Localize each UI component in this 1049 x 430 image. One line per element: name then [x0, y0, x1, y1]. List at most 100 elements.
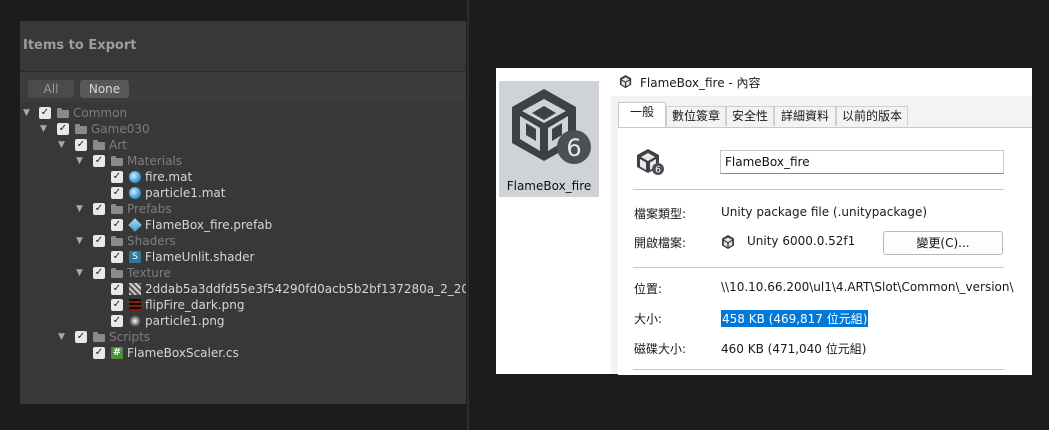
- export-package-panel: Items to Export All None ▼ ✓ Common ▼ ✓ …: [20, 21, 466, 404]
- tree-item-label: Materials: [127, 154, 183, 168]
- tree-row-texture-hash[interactable]: ✓ 2ddab5a3ddfd55e3f54290fd0acb5b2bf13728…: [20, 281, 466, 297]
- tree-row-game030[interactable]: ▼ ✓ Game030: [20, 121, 466, 137]
- material-icon: [129, 187, 143, 199]
- checkbox-icon[interactable]: ✓: [111, 251, 123, 263]
- expand-arrow-icon[interactable]: ▼: [76, 233, 86, 249]
- tab-security[interactable]: 安全性: [726, 106, 774, 126]
- tree-item-label: FlameBox_fire.prefab: [145, 218, 273, 232]
- folder-icon: [111, 155, 125, 167]
- tree-row-flameunlit-shader[interactable]: ✓ FlameUnlit.shader: [20, 249, 466, 265]
- change-button[interactable]: 變更(C)...: [883, 231, 1003, 255]
- size-label: 大小:: [634, 312, 663, 326]
- tab-digital-signatures[interactable]: 數位簽章: [666, 106, 726, 126]
- checkbox-icon[interactable]: ✓: [111, 219, 123, 231]
- selection-toolbar: All None: [20, 72, 466, 102]
- expand-arrow-icon[interactable]: ▼: [58, 137, 68, 153]
- tree-item-label: Art: [109, 138, 127, 152]
- folder-icon: [111, 235, 125, 247]
- tree-item-label: Texture: [127, 266, 171, 280]
- tree-item-label: FlameUnlit.shader: [145, 250, 255, 264]
- tree-row-art[interactable]: ▼ ✓ Art: [20, 137, 466, 153]
- dialog-titlebar: FlameBox_fire - 內容: [611, 68, 1032, 96]
- csharp-script-icon: [111, 347, 125, 359]
- svg-text:6: 6: [566, 134, 581, 162]
- tree-row-particle1-mat[interactable]: ✓ particle1.mat: [20, 185, 466, 201]
- checkbox-icon[interactable]: ✓: [93, 235, 105, 247]
- checkbox-icon[interactable]: ✓: [111, 299, 123, 311]
- unity-6-package-icon: 6: [512, 89, 591, 164]
- tab-general[interactable]: 一般: [618, 102, 666, 127]
- properties-dialog: FlameBox_fire - 內容 一般 數位簽章 安全性 詳細資料 以前的版…: [611, 68, 1032, 375]
- checkbox-icon[interactable]: ✓: [111, 315, 123, 327]
- divider: [633, 369, 1004, 370]
- tree-row-scripts[interactable]: ▼ ✓ Scripts: [20, 329, 466, 345]
- checkbox-icon[interactable]: ✓: [111, 187, 123, 199]
- checkbox-icon[interactable]: ✓: [111, 283, 123, 295]
- file-name-field[interactable]: FlameBox_fire: [720, 150, 1004, 174]
- svg-text:6: 6: [655, 166, 661, 176]
- tree-item-label: particle1.png: [145, 314, 225, 328]
- folder-icon: [57, 107, 71, 119]
- select-all-button[interactable]: All: [28, 80, 74, 98]
- checkbox-icon[interactable]: ✓: [57, 123, 69, 135]
- tree-row-fire-mat[interactable]: ✓ fire.mat: [20, 169, 466, 185]
- select-none-button[interactable]: None: [80, 80, 129, 98]
- divider: [633, 267, 1004, 268]
- expand-arrow-icon[interactable]: ▼: [40, 121, 50, 137]
- expand-arrow-icon[interactable]: ▼: [76, 153, 86, 169]
- tree-row-texture[interactable]: ▼ ✓ Texture: [20, 265, 466, 281]
- checkbox-icon[interactable]: ✓: [75, 139, 87, 151]
- tree-item-label: FlameBoxScaler.cs: [127, 346, 239, 360]
- expand-arrow-icon[interactable]: ▼: [58, 329, 68, 345]
- tree-row-particle1-png[interactable]: ✓ particle1.png: [20, 313, 466, 329]
- tab-previous-versions[interactable]: 以前的版本: [836, 106, 908, 126]
- file-name-label: FlameBox_fire: [506, 179, 592, 193]
- tree-item-label: Common: [73, 106, 128, 120]
- opens-with-label: 開啟檔案:: [634, 236, 687, 250]
- checkbox-icon[interactable]: ✓: [75, 331, 87, 343]
- file-tile[interactable]: 6 FlameBox_fire: [499, 81, 599, 197]
- expand-arrow-icon[interactable]: ▼: [23, 105, 33, 121]
- tree-item-label: particle1.mat: [145, 186, 226, 200]
- tree-row-prefabs[interactable]: ▼ ✓ Prefabs: [20, 201, 466, 217]
- file-type-value: Unity package file (.unitypackage): [721, 205, 928, 219]
- texture-icon: [129, 315, 143, 327]
- expand-arrow-icon[interactable]: ▼: [76, 265, 86, 281]
- tree-row-common[interactable]: ▼ ✓ Common: [20, 105, 466, 121]
- unity-app-icon: [722, 235, 734, 249]
- tree-row-flameboxscaler-cs[interactable]: ✓ FlameBoxScaler.cs: [20, 345, 466, 361]
- checkbox-icon[interactable]: ✓: [39, 107, 51, 119]
- divider: [633, 189, 1004, 190]
- size-value[interactable]: 458 KB (469,817 位元組): [721, 310, 869, 327]
- tree-item-label: flipFire_dark.png: [145, 298, 245, 312]
- tree-item-label: Shaders: [127, 234, 176, 248]
- checkbox-icon[interactable]: ✓: [93, 347, 105, 359]
- tree-row-flamebox-prefab[interactable]: ✓ FlameBox_fire.prefab: [20, 217, 466, 233]
- size-on-disk-label: 磁碟大小:: [634, 342, 687, 356]
- tree-row-shaders[interactable]: ▼ ✓ Shaders: [20, 233, 466, 249]
- tree-item-label: 2ddab5a3ddfd55e3f54290fd0acb5b2bf137280a…: [145, 282, 466, 296]
- texture-icon: [129, 283, 143, 295]
- tree-row-flipfire-dark[interactable]: ✓ flipFire_dark.png: [20, 297, 466, 313]
- checkbox-icon[interactable]: ✓: [93, 155, 105, 167]
- location-label: 位置:: [634, 282, 663, 296]
- folder-icon: [93, 139, 107, 151]
- asset-tree: ▼ ✓ Common ▼ ✓ Game030 ▼ ✓ Art ▼ ✓ Mater…: [20, 105, 466, 404]
- expand-arrow-icon[interactable]: ▼: [76, 201, 86, 217]
- folder-icon: [111, 203, 125, 215]
- tree-item-label: fire.mat: [145, 170, 193, 184]
- folder-icon: [75, 123, 89, 135]
- unity-package-icon: 6: [637, 149, 664, 176]
- opens-with-value: Unity 6000.0.52f1: [747, 234, 856, 248]
- tree-row-materials[interactable]: ▼ ✓ Materials: [20, 153, 466, 169]
- tree-item-label: Prefabs: [127, 202, 172, 216]
- tab-details[interactable]: 詳細資料: [774, 106, 836, 126]
- folder-icon: [93, 331, 107, 343]
- checkbox-icon[interactable]: ✓: [93, 267, 105, 279]
- shader-icon: [129, 251, 143, 263]
- checkbox-icon[interactable]: ✓: [111, 171, 123, 183]
- dialog-tabs: 一般 數位簽章 安全性 詳細資料 以前的版本: [611, 96, 1032, 127]
- location-value: \\10.10.66.200\ul1\4.ART\Slot\Common\_ve…: [721, 280, 1014, 294]
- window-divider: [467, 0, 469, 430]
- checkbox-icon[interactable]: ✓: [93, 203, 105, 215]
